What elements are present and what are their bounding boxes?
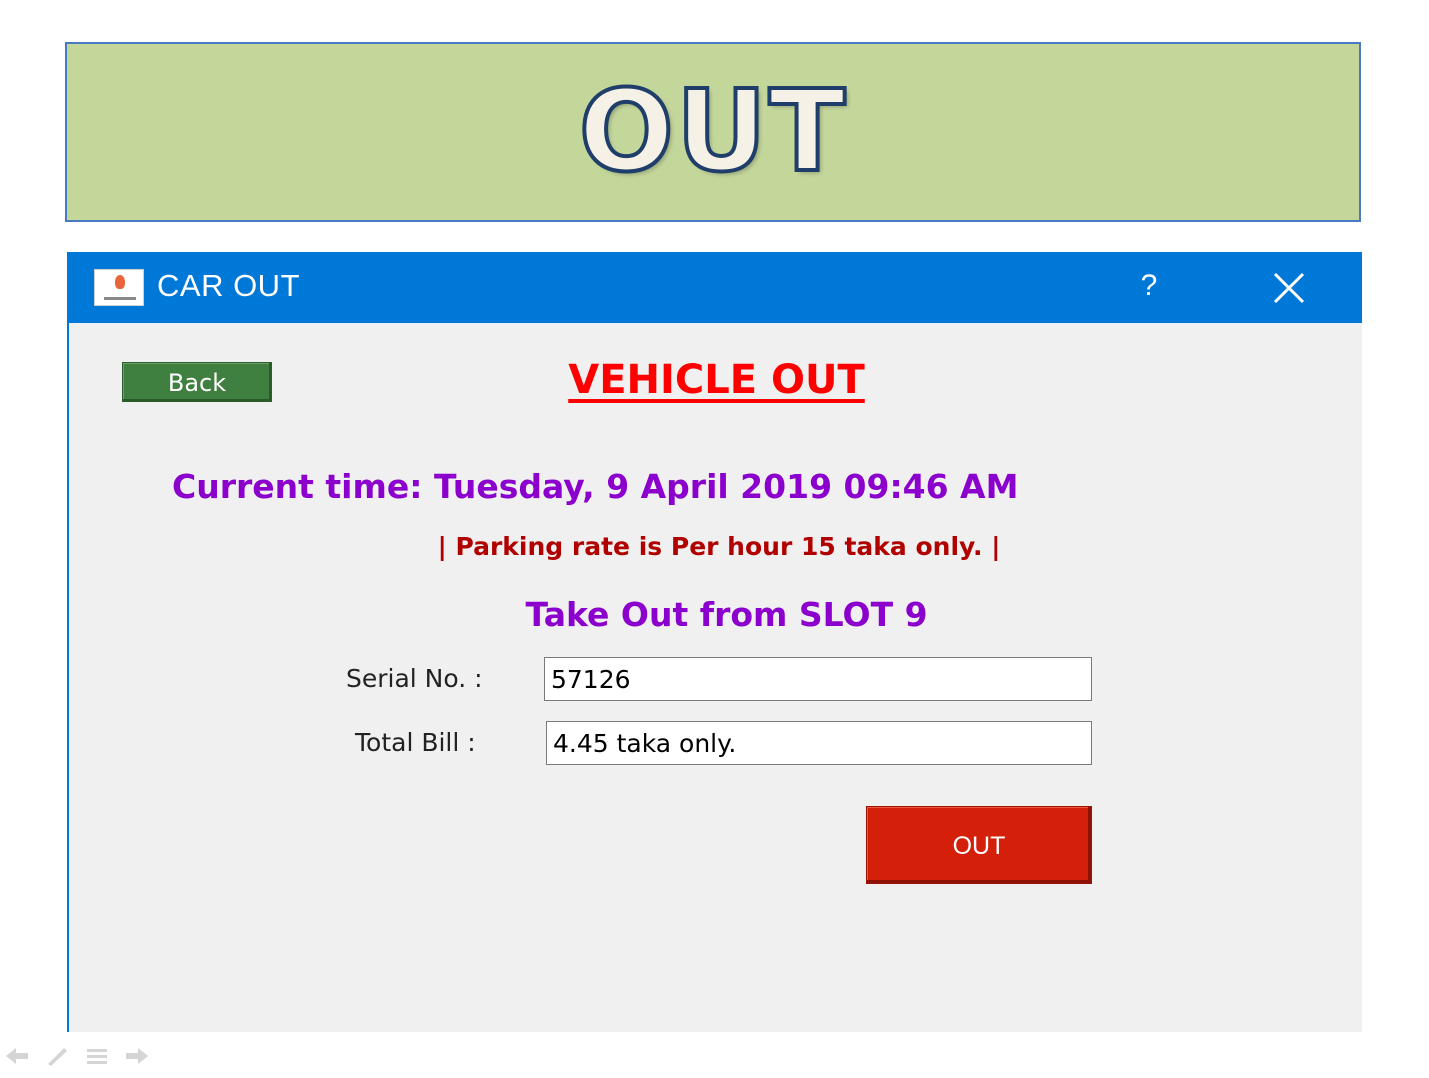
title-banner: OUT <box>65 42 1361 222</box>
window-title: CAR OUT <box>157 268 300 303</box>
slideshow-controls <box>4 1044 150 1068</box>
total-bill-input[interactable] <box>546 721 1092 765</box>
menu-icon[interactable] <box>84 1045 110 1067</box>
pen-icon[interactable] <box>44 1045 70 1067</box>
current-time-text: Current time: Tuesday, 9 April 2019 09:4… <box>172 467 1019 506</box>
serial-number-input[interactable] <box>544 657 1092 701</box>
close-icon <box>1273 272 1305 304</box>
parking-rate-notice: | Parking rate is Per hour 15 taka only.… <box>437 532 1001 561</box>
slot-text: Take Out from SLOT 9 <box>525 595 928 634</box>
page-heading: VEHICLE OUT <box>568 357 865 403</box>
previous-arrow-icon[interactable] <box>4 1045 30 1067</box>
serial-number-label: Serial No. : <box>346 664 483 693</box>
total-bill-label: Total Bill : <box>355 728 476 757</box>
banner-title: OUT <box>577 67 848 197</box>
next-arrow-icon[interactable] <box>124 1045 150 1067</box>
help-button[interactable]: ? <box>1129 266 1169 306</box>
out-button[interactable]: OUT <box>866 806 1092 884</box>
close-button[interactable] <box>1269 268 1309 308</box>
app-logo-icon <box>94 269 144 306</box>
car-out-window: CAR OUT ? Back VEHICLE OUT Current time:… <box>67 252 1362 1032</box>
window-titlebar[interactable]: CAR OUT ? <box>69 252 1362 323</box>
